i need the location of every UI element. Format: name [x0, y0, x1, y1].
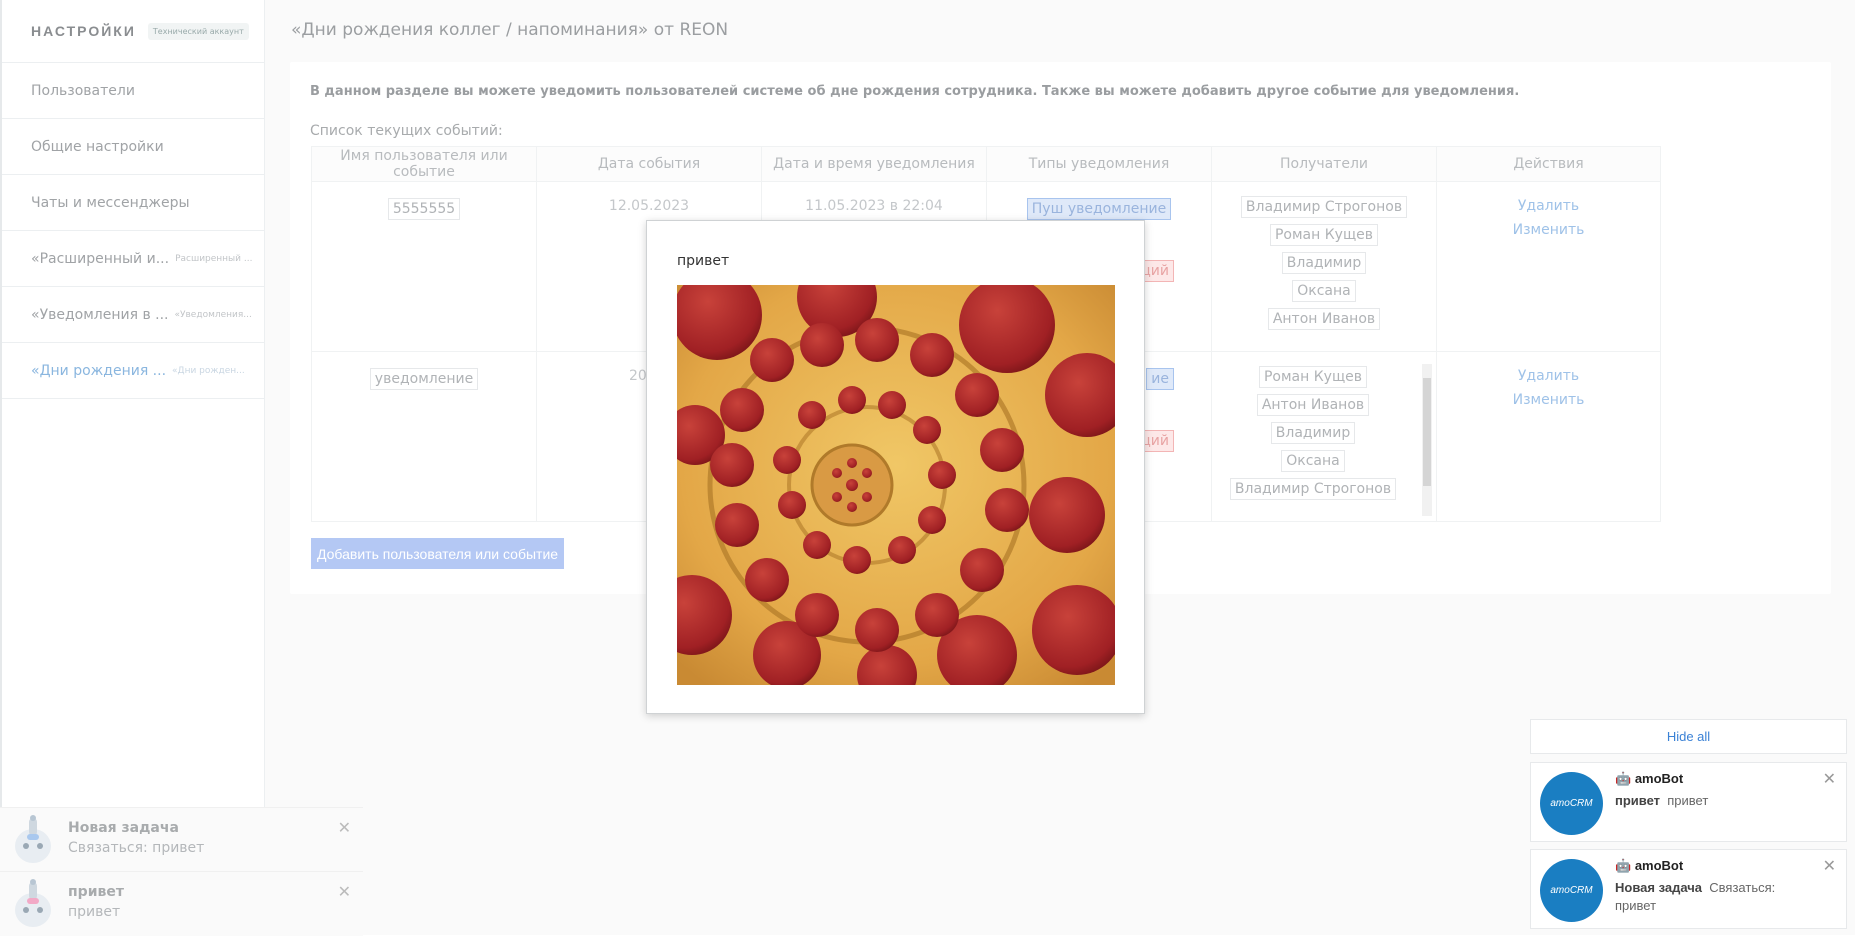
- recipients-scrollbar[interactable]: [1422, 364, 1432, 516]
- robot-icon: [15, 879, 51, 927]
- robot-icon: [15, 815, 51, 863]
- push-type-tag: Пуш уведомление: [1026, 198, 1172, 220]
- close-icon[interactable]: ✕: [338, 882, 351, 901]
- recipient-tag: Владимир Строгонов: [1240, 196, 1408, 218]
- column-header: Дата события: [536, 146, 762, 182]
- recipient-tag: Оксана: [1292, 280, 1356, 302]
- table-header-row: Имя пользователя или событие Дата событи…: [311, 146, 1661, 182]
- close-icon[interactable]: ✕: [1823, 769, 1836, 788]
- recipient-tag: Владимир Строгонов: [1229, 478, 1397, 500]
- cell-actions: Удалить Изменить: [1436, 181, 1661, 352]
- column-header: Дата и время уведомления: [761, 146, 987, 182]
- notification-sender: 🤖 amoBot: [1615, 771, 1684, 786]
- notification-subtitle: Связаться: привет: [68, 840, 205, 856]
- sidebar-item-label: «Расширенный и...: [31, 250, 170, 267]
- delete-link[interactable]: Удалить: [1438, 194, 1659, 218]
- close-icon[interactable]: ✕: [1823, 856, 1836, 875]
- amobot-notification[interactable]: amoCRM 🤖 amoBot Новая задача Связаться: …: [1530, 849, 1847, 929]
- settings-sidebar: НАСТРОЙКИ Технический аккаунт Пользовате…: [0, 0, 265, 935]
- add-event-button[interactable]: Добавить пользователя или событие: [311, 538, 565, 569]
- sidebar-item-sublabel: «Уведомления...: [174, 309, 252, 320]
- cell-recipients: Роман Кущев Антон Иванов Владимир Оксана…: [1211, 351, 1437, 522]
- edit-link[interactable]: Изменить: [1438, 388, 1659, 412]
- modal-message-text: привет: [677, 253, 730, 269]
- sidebar-item-label: «Дни рождения ...: [31, 362, 167, 379]
- notification-title: привет: [68, 884, 124, 900]
- sidebar-item-sublabel: «Дни рожден...: [172, 365, 245, 376]
- recipient-tag: Владимир: [1281, 252, 1367, 274]
- notification-body: Новая задача Связаться: привет: [1615, 879, 1815, 915]
- recipient-tag: Антон Иванов: [1256, 394, 1370, 416]
- message-notification[interactable]: привет привет ✕: [0, 871, 363, 936]
- sidebar-item-extended[interactable]: «Расширенный и... Расширенный ...: [2, 231, 264, 287]
- push-type-tag: ие: [1146, 368, 1174, 390]
- task-notification[interactable]: Новая задача Связаться: привет ✕: [0, 807, 363, 872]
- events-list-label: Список текущих событий:: [310, 123, 503, 139]
- sidebar-item-birthdays[interactable]: «Дни рождения ... «Дни рожден...: [2, 343, 264, 399]
- sidebar-header: НАСТРОЙКИ Технический аккаунт: [2, 0, 264, 63]
- sidebar-item-sublabel: Расширенный ...: [175, 253, 253, 264]
- column-header: Имя пользователя или событие: [311, 146, 537, 182]
- message-modal: привет: [646, 220, 1145, 714]
- notification-subtitle: привет: [68, 904, 121, 920]
- column-header: Типы уведомления: [986, 146, 1212, 182]
- recipient-tag: Оксана: [1281, 450, 1345, 472]
- sidebar-item-label: Общие настройки: [31, 138, 164, 155]
- delete-link[interactable]: Удалить: [1438, 364, 1659, 388]
- sidebar-item-label: «Уведомления в ...: [31, 306, 169, 323]
- sidebar-title: НАСТРОЙКИ: [31, 23, 136, 39]
- amocrm-avatar: amoCRM: [1540, 859, 1603, 922]
- recipient-tag: Владимир: [1270, 422, 1356, 444]
- cell-actions: Удалить Изменить: [1436, 351, 1661, 522]
- hide-all-button[interactable]: Hide all: [1530, 719, 1847, 754]
- close-icon[interactable]: ✕: [338, 818, 351, 837]
- notification-body: привет привет: [1615, 792, 1815, 810]
- cell-name: 5555555: [311, 181, 537, 352]
- column-header: Действия: [1436, 146, 1661, 182]
- sidebar-item-label: Пользователи: [31, 82, 135, 99]
- notification-sender: 🤖 amoBot: [1615, 858, 1684, 873]
- bot-icon: 🤖: [1615, 771, 1632, 786]
- event-name-tag: 5555555: [387, 198, 461, 220]
- column-header: Получатели: [1211, 146, 1437, 182]
- scrollbar-thumb[interactable]: [1423, 378, 1431, 486]
- account-badge: Технический аккаунт: [147, 22, 249, 40]
- notification-bold-text: привет: [1615, 793, 1661, 808]
- notification-bold-text: Новая задача: [1615, 880, 1703, 895]
- page-title: «Дни рождения коллег / напоминания» от R…: [291, 20, 729, 40]
- intro-text: В данном разделе вы можете уведомить пол…: [310, 84, 1520, 99]
- amocrm-avatar: amoCRM: [1540, 772, 1603, 835]
- amobot-notification[interactable]: amoCRM 🤖 amoBot привет привет ✕: [1530, 762, 1847, 842]
- sidebar-item-chats[interactable]: Чаты и мессенджеры: [2, 175, 264, 231]
- sidebar-item-label: Чаты и мессенджеры: [31, 194, 190, 211]
- sidebar-item-general-settings[interactable]: Общие настройки: [2, 119, 264, 175]
- event-name-tag: уведомление: [369, 368, 479, 390]
- sidebar-item-users[interactable]: Пользователи: [2, 63, 264, 119]
- bot-icon: 🤖: [1615, 858, 1632, 873]
- recipient-tag: Роман Кущев: [1258, 366, 1368, 388]
- cell-name: уведомление: [311, 351, 537, 522]
- sidebar-item-notifications[interactable]: «Уведомления в ... «Уведомления...: [2, 287, 264, 343]
- recipient-tag: Роман Кущев: [1269, 224, 1379, 246]
- recipient-tag: Антон Иванов: [1267, 308, 1381, 330]
- edit-link[interactable]: Изменить: [1438, 218, 1659, 242]
- pizza-image: [677, 285, 1115, 685]
- notification-text: привет: [1667, 793, 1709, 808]
- cell-recipients: Владимир Строгонов Роман Кущев Владимир …: [1211, 181, 1437, 352]
- notification-title: Новая задача: [68, 820, 179, 836]
